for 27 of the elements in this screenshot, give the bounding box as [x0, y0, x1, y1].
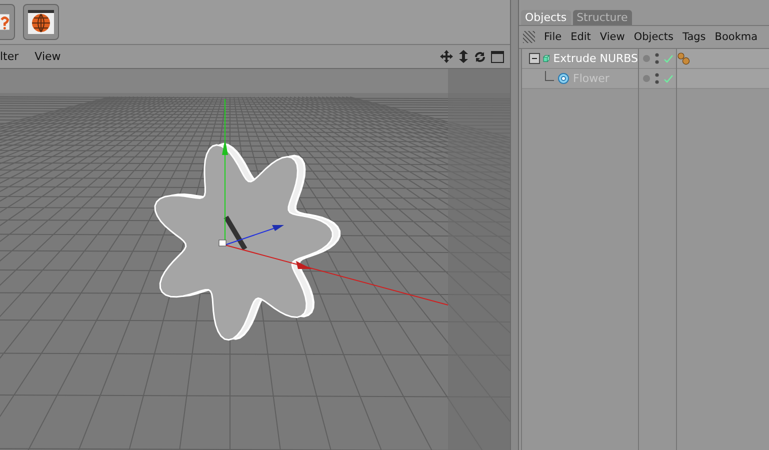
viewport-menu-item[interactable]: View: [34, 50, 61, 63]
flower-icon: [557, 72, 570, 85]
cube-icon: [543, 52, 550, 65]
checkmark-icon[interactable]: [664, 74, 673, 82]
grip-icon[interactable]: [523, 31, 535, 43]
menu-item[interactable]: File: [544, 31, 562, 43]
visibility-dot-icon[interactable]: [643, 55, 650, 62]
menu-item[interactable]: Objects: [634, 31, 674, 43]
rotate-icon[interactable]: [474, 50, 486, 62]
up-down-arrow-icon[interactable]: [458, 50, 469, 63]
window-icon[interactable]: [491, 50, 504, 62]
material-spheres-icon[interactable]: [677, 52, 690, 65]
viewport-menu-item[interactable]: lter: [0, 50, 19, 63]
tree-connector: [545, 70, 554, 80]
render-globe-icon[interactable]: [23, 4, 59, 40]
menu-item[interactable]: View: [600, 31, 625, 43]
panel-tab[interactable]: Objects: [521, 10, 571, 25]
layer-dots-icon[interactable]: [655, 53, 659, 64]
move-icon[interactable]: [440, 50, 453, 63]
visibility-dot-icon[interactable]: [643, 75, 650, 82]
checkmark-icon[interactable]: [664, 54, 673, 62]
menu-item[interactable]: Bookma: [714, 31, 758, 43]
help-icon[interactable]: [0, 4, 15, 40]
menu-item[interactable]: Tags: [682, 31, 706, 43]
collapse-toggle[interactable]: [529, 53, 540, 64]
layer-dots-icon[interactable]: [655, 73, 659, 84]
menu-item[interactable]: Edit: [570, 31, 591, 43]
